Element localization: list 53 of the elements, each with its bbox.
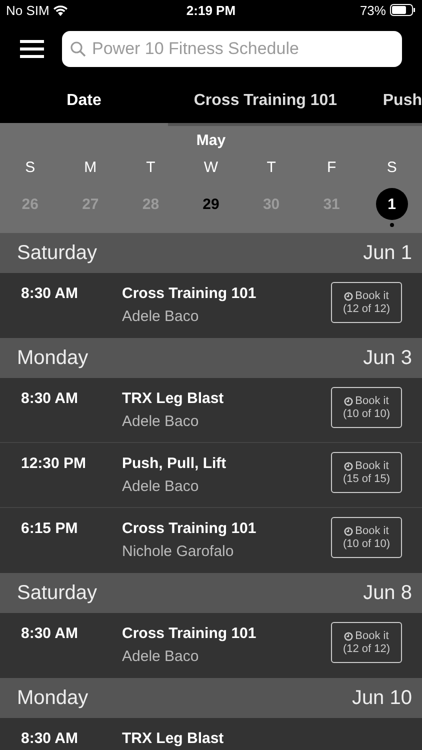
class-title: TRX Leg Blast <box>122 730 225 747</box>
class-time: 8:30 AM <box>21 625 79 644</box>
weekday-label: M <box>84 159 97 176</box>
month-label: May <box>195 132 227 149</box>
calendar-day[interactable]: 29 <box>194 188 227 220</box>
battery-icon <box>390 4 416 16</box>
clock-icon <box>344 526 354 536</box>
class-title: Cross Training 101 <box>122 625 258 642</box>
day-date: Jun 1 <box>363 242 412 264</box>
instructor-name: Adele Baco <box>122 308 200 325</box>
clock-time: 2:19 PM <box>186 2 236 18</box>
weekday-label: T <box>146 159 156 176</box>
class-title: Cross Training 101 <box>122 285 258 302</box>
clock-icon <box>344 292 354 300</box>
class-time: 8:30 AM <box>21 390 79 409</box>
day-name: Saturday <box>17 582 98 604</box>
class-time: 6:15 PM <box>21 520 79 539</box>
instructor-name: Nichole Garofalo <box>122 543 235 560</box>
clock-icon <box>344 632 354 640</box>
class-time: 8:30 AM <box>21 285 79 304</box>
day-name: Monday <box>17 686 88 710</box>
instructor-name: Adele Baco <box>122 478 200 495</box>
instructor-name: Adele Baco <box>122 648 200 665</box>
menu-icon[interactable] <box>20 39 44 59</box>
book-button[interactable]: Book it (12 of 12) <box>331 282 402 323</box>
day-name: Monday <box>17 346 88 370</box>
clock-icon <box>344 396 354 406</box>
instructor-name: Adele Baco <box>122 413 200 430</box>
day-date: Jun 10 <box>352 686 412 710</box>
day-name: Saturday <box>17 242 98 264</box>
class-time: 12:30 PM <box>21 455 88 474</box>
weekday-label: S <box>25 159 36 176</box>
clock-icon <box>344 462 354 470</box>
weekday-label: W <box>204 159 218 176</box>
class-title: TRX Leg Blast <box>122 390 225 407</box>
weekday-label: T <box>266 159 276 176</box>
battery-percent: 73% <box>360 2 386 18</box>
book-button[interactable]: Book it (15 of 15) <box>331 452 402 493</box>
weekday-label: S <box>386 159 397 176</box>
book-button[interactable]: Book it (10 of 10) <box>331 387 402 428</box>
search-field[interactable]: Power 10 Fitness Schedule <box>62 31 402 67</box>
book-button[interactable]: Book it (10 of 10) <box>331 517 402 558</box>
class-title: Push, Pull, Lift <box>122 455 228 472</box>
tab[interactable]: Cross Training 101 <box>168 78 363 126</box>
class-time: 8:30 AM <box>21 730 79 749</box>
weekday-label: F <box>326 159 336 176</box>
wifi-icon <box>53 4 68 16</box>
tab[interactable]: Push <box>362 78 422 126</box>
day-date: Jun 8 <box>363 582 412 604</box>
book-button[interactable]: Book it (12 of 12) <box>331 622 402 663</box>
class-title: Cross Training 101 <box>122 520 258 537</box>
day-date: Jun 3 <box>363 346 412 370</box>
carrier-label: No SIM <box>6 2 50 18</box>
